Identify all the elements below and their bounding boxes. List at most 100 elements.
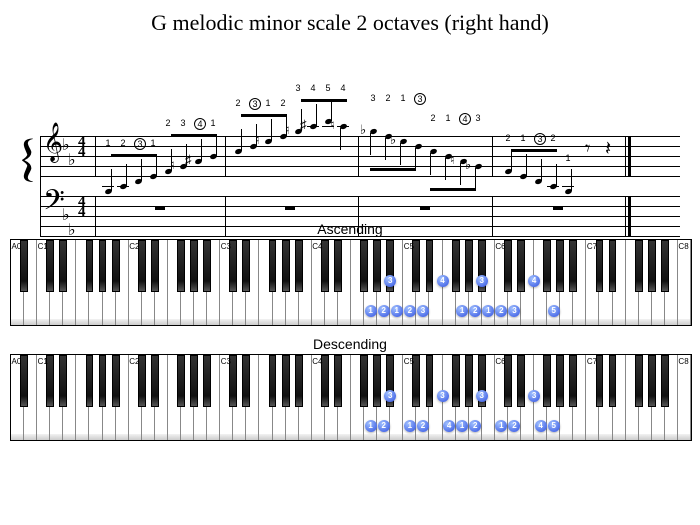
descending-label: Descending <box>10 336 690 352</box>
black-key <box>242 240 250 292</box>
barline <box>358 136 359 176</box>
finger-marker: 2 <box>404 305 416 317</box>
finger-marker: 4 <box>443 420 455 432</box>
barline <box>492 196 493 236</box>
black-key <box>373 240 381 292</box>
stem <box>141 159 142 181</box>
stem <box>201 139 202 161</box>
black-key <box>295 240 303 292</box>
stem <box>156 154 157 176</box>
finger-marker: 2 <box>378 305 390 317</box>
black-key <box>517 355 525 407</box>
fingering-number: 3 <box>249 98 261 110</box>
treble-clef: 𝄞 <box>43 126 63 160</box>
accidental: ♮ <box>170 157 175 173</box>
black-key <box>609 355 617 407</box>
accidental: ♮ <box>255 132 260 148</box>
black-key <box>99 355 107 407</box>
stem <box>445 158 446 180</box>
white-key <box>678 240 691 325</box>
black-key <box>635 240 643 292</box>
final-barline <box>628 136 631 176</box>
black-key <box>543 240 551 292</box>
octave-label: C3 <box>221 242 231 251</box>
black-key <box>99 240 107 292</box>
quarter-rest: 𝄾 <box>585 138 590 161</box>
finger-marker: 3 <box>476 275 488 287</box>
black-key <box>203 240 211 292</box>
accidental: ♯ <box>185 152 192 168</box>
black-key <box>112 355 120 407</box>
black-key <box>360 355 368 407</box>
black-key <box>661 355 669 407</box>
fingering-number: 2 <box>164 118 172 128</box>
fingering-number: 4 <box>309 83 317 93</box>
accidental: ♭ <box>465 157 471 173</box>
octave-label: C5 <box>404 242 414 251</box>
finger-marker: 5 <box>548 305 560 317</box>
barline <box>95 136 96 176</box>
stem <box>111 169 112 191</box>
staff-line <box>40 166 680 167</box>
black-key <box>269 355 277 407</box>
fingering-number: 1 <box>444 113 452 123</box>
black-key <box>426 240 434 292</box>
stem <box>556 164 557 186</box>
accidental: ♭ <box>390 132 396 148</box>
staff-line <box>40 216 680 217</box>
barline <box>225 136 226 176</box>
black-key <box>59 355 67 407</box>
octave-label: C4 <box>312 242 322 251</box>
stem <box>541 159 542 181</box>
finger-marker: 1 <box>404 420 416 432</box>
stem <box>241 129 242 151</box>
beam <box>111 154 157 157</box>
black-key <box>609 240 617 292</box>
key-signature-flat: ♭ <box>68 150 76 170</box>
finger-marker: 1 <box>391 305 403 317</box>
whole-rest <box>553 206 563 210</box>
finger-marker: 2 <box>378 420 390 432</box>
barline <box>625 136 626 176</box>
black-key <box>59 240 67 292</box>
finger-marker: 3 <box>437 390 449 402</box>
stem <box>460 163 461 185</box>
key-signature-flat: ♭ <box>68 220 76 240</box>
black-key <box>151 240 159 292</box>
fingering-number: 3 <box>474 113 482 123</box>
black-key <box>426 355 434 407</box>
black-key <box>190 355 198 407</box>
staff-line <box>40 236 680 237</box>
accidental: ♭ <box>360 122 366 138</box>
octave-label: C2 <box>129 357 139 366</box>
beam <box>171 134 217 137</box>
black-key <box>86 355 94 407</box>
beam <box>430 188 476 191</box>
stem <box>400 143 401 165</box>
stem <box>316 104 317 126</box>
music-staff: 𝄔𝄞𝄢♭♭♭♭444412312♮3♯4123♮12♮3♯45♮4♭32♭132… <box>10 56 690 206</box>
ledger-line <box>102 186 114 187</box>
black-key <box>569 355 577 407</box>
stem <box>271 119 272 141</box>
fingering-number: 3 <box>294 83 302 93</box>
fingering-number: 1 <box>564 153 572 163</box>
finger-marker: 1 <box>365 420 377 432</box>
octave-label: C1 <box>38 357 48 366</box>
stem <box>216 134 217 156</box>
keyboard-descending: A0C1C2C3C4C5C6C7C8543213214321321 <box>10 354 692 441</box>
fingering-number: 1 <box>399 93 407 103</box>
black-key <box>452 355 460 407</box>
beam <box>511 149 557 152</box>
fingering-number: 4 <box>459 113 471 125</box>
fingering-number: 3 <box>369 93 377 103</box>
octave-label: A0 <box>12 242 22 251</box>
black-key <box>203 355 211 407</box>
black-key <box>661 240 669 292</box>
black-key <box>177 355 185 407</box>
beam <box>241 114 287 117</box>
stem <box>571 169 572 191</box>
stem <box>511 149 512 171</box>
barline <box>492 136 493 176</box>
black-key <box>569 240 577 292</box>
